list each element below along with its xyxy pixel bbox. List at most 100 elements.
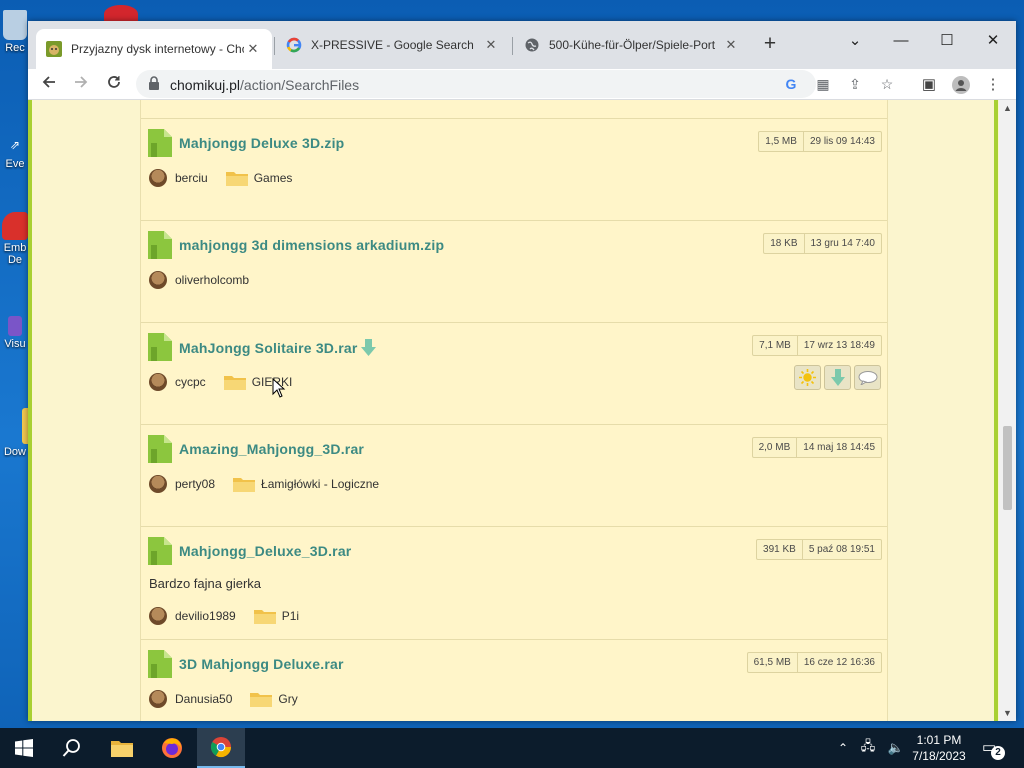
owner-link[interactable]: Danusia50 xyxy=(175,692,232,706)
owner-link[interactable]: cycpc xyxy=(175,375,206,389)
chrome-taskbar-button[interactable] xyxy=(197,728,245,768)
folder-icon xyxy=(223,376,246,390)
result-owner-row: oliverholcomb xyxy=(149,271,249,289)
result-meta: 61,5 MB 16 cze 12 16:36 xyxy=(746,652,882,673)
owner-link[interactable]: devilio1989 xyxy=(175,609,236,623)
result-actions xyxy=(794,365,881,390)
notification-center-button[interactable]: ▭ 2 xyxy=(982,738,1005,760)
volume-muted-icon[interactable]: 🔈 xyxy=(888,740,904,756)
reload-button[interactable] xyxy=(101,72,127,98)
archive-file-icon xyxy=(148,333,172,361)
result-file-name: MahJongg Solitaire 3D.rar xyxy=(179,340,358,356)
archive-file-icon xyxy=(148,537,172,565)
network-icon[interactable]: 🖧 xyxy=(861,737,876,759)
file-size: 18 KB xyxy=(770,238,798,249)
profile-avatar-icon[interactable] xyxy=(948,72,974,98)
result-item: Mahjongg_Deluxe_3D.rar 391 KB 5 paź 08 19… xyxy=(141,526,887,639)
app-shortcut-icon xyxy=(2,212,28,240)
page-right-accent xyxy=(994,100,998,721)
bookmark-star-icon[interactable]: ☆ xyxy=(878,75,896,93)
result-item: mahjongg 3d dimensions arkadium.zip 18 K… xyxy=(141,220,887,322)
result-file-link[interactable]: Amazing_Mahjongg_3D.rar xyxy=(179,441,364,457)
url-path: /action/SearchFiles xyxy=(240,77,360,93)
start-button[interactable] xyxy=(0,728,48,768)
result-file-link[interactable]: mahjongg 3d dimensions arkadium.zip xyxy=(179,237,444,253)
chrome-icon xyxy=(210,737,232,758)
google-favicon xyxy=(286,37,302,53)
folder-icon xyxy=(225,172,248,186)
tab-close-icon[interactable]: ✕ xyxy=(482,37,500,53)
maximize-button[interactable]: ☐ xyxy=(924,27,970,55)
side-panel-icon[interactable]: ▣ xyxy=(916,72,942,98)
result-file-link[interactable]: 3D Mahjongg Deluxe.rar xyxy=(179,656,344,672)
scroll-thumb[interactable] xyxy=(1003,426,1012,510)
folder-link[interactable]: Łamigłówki - Logiczne xyxy=(261,477,379,491)
visu-shortcut[interactable]: Visu xyxy=(0,316,30,350)
folder-link[interactable]: Games xyxy=(254,171,293,185)
download-button[interactable] xyxy=(824,365,851,390)
forward-arrow-icon xyxy=(75,76,88,88)
share-icon[interactable]: ⇪ xyxy=(846,75,864,93)
translate-icon[interactable]: ▦ xyxy=(814,75,832,93)
tab-search-button[interactable]: ⌄ xyxy=(832,27,878,55)
hamster-avatar-icon xyxy=(149,271,167,289)
notification-badge: 2 xyxy=(991,746,1005,760)
close-window-button[interactable]: ✕ xyxy=(970,27,1016,55)
eve-shortcut[interactable]: ⇗ Eve xyxy=(0,138,30,170)
page-viewport: Mahjongg Deluxe 3D.zip 1,5 MB 29 lis 09 1… xyxy=(28,100,1016,721)
taskbar-clock[interactable]: 1:01 PM 7/18/2023 xyxy=(906,732,972,764)
result-item: Mahjongg Deluxe 3D.zip 1,5 MB 29 lis 09 1… xyxy=(141,118,887,220)
page-scrollbar[interactable]: ▲ ▼ xyxy=(999,100,1016,721)
owner-link[interactable]: perty08 xyxy=(175,477,215,491)
file-explorer-button[interactable] xyxy=(98,728,146,768)
result-item: 3D Mahjongg Deluxe.rar 61,5 MB 16 cze 12 … xyxy=(141,639,887,721)
menu-kebab-icon[interactable]: ⋮ xyxy=(980,72,1006,98)
folder-icon xyxy=(253,610,276,624)
file-size: 2,0 MB xyxy=(758,442,791,453)
result-description: Bardzo fajna gierka xyxy=(149,576,262,591)
preview-button[interactable] xyxy=(794,365,821,390)
result-owner-row: Danusia50 Gry xyxy=(149,690,298,708)
result-file-link[interactable]: Mahjongg Deluxe 3D.zip xyxy=(179,135,344,151)
archive-file-icon xyxy=(148,650,172,678)
folder-link[interactable]: P1i xyxy=(282,609,299,623)
minimize-button[interactable]: — xyxy=(878,27,924,55)
folder-link[interactable]: Gry xyxy=(278,692,297,706)
hamster-avatar-icon xyxy=(149,373,167,391)
downloads-shortcut[interactable]: Dow xyxy=(0,408,32,458)
forward-button[interactable] xyxy=(68,72,94,98)
search-button[interactable] xyxy=(48,728,96,768)
hamster-avatar-icon xyxy=(149,690,167,708)
new-tab-button[interactable]: + xyxy=(759,33,781,56)
owner-link[interactable]: oliverholcomb xyxy=(175,273,249,287)
google-lens-icon[interactable]: G xyxy=(782,75,800,93)
scroll-down-arrow-icon[interactable]: ▼ xyxy=(999,705,1016,721)
comment-button[interactable] xyxy=(854,365,881,390)
download-arrow-icon[interactable] xyxy=(361,339,377,356)
scroll-up-arrow-icon[interactable]: ▲ xyxy=(999,100,1016,116)
result-file-link[interactable]: MahJongg Solitaire 3D.rar xyxy=(179,339,377,356)
folder-icon xyxy=(233,478,256,492)
result-owner-row: cycpc GIERKI xyxy=(149,373,292,391)
result-meta: 2,0 MB 14 maj 18 14:45 xyxy=(751,437,882,458)
tab-close-icon[interactable]: ✕ xyxy=(722,37,740,53)
owner-link[interactable]: berciu xyxy=(175,171,208,185)
browser-toolbar: chomikuj.pl/action/SearchFiles G ▦ ⇪ ☆ ▣… xyxy=(28,69,1016,100)
tab-google-search[interactable]: X-PRESSIVE - Google Search ✕ xyxy=(276,29,510,61)
back-button[interactable] xyxy=(36,72,62,98)
result-meta: 18 KB 13 gru 14 7:40 xyxy=(763,233,882,254)
address-bar[interactable]: chomikuj.pl/action/SearchFiles G ▦ ⇪ ☆ xyxy=(136,70,893,98)
file-date: 17 wrz 13 18:49 xyxy=(796,336,881,355)
recycle-bin-shortcut[interactable]: Rec xyxy=(0,10,30,54)
tab-spiele-portal[interactable]: 500-Kühe-für-Ölper/Spiele-Port ✕ xyxy=(514,29,750,61)
result-file-link[interactable]: Mahjongg_Deluxe_3D.rar xyxy=(179,543,351,559)
result-owner-row: perty08 Łamigłówki - Logiczne xyxy=(149,475,379,493)
result-item: Amazing_Mahjongg_3D.rar 2,0 MB 14 maj 18 … xyxy=(141,424,887,526)
windows-logo-icon xyxy=(15,739,33,757)
speech-bubble-icon xyxy=(858,370,877,385)
emb-shortcut[interactable]: Emb De xyxy=(0,212,30,266)
tab-chomikuj[interactable]: Przyjazny dysk internetowy - Cho ✕ xyxy=(36,29,272,69)
chevron-up-icon[interactable]: ⌃ xyxy=(838,741,848,755)
tab-close-icon[interactable]: ✕ xyxy=(244,41,262,57)
firefox-button[interactable] xyxy=(148,728,196,768)
